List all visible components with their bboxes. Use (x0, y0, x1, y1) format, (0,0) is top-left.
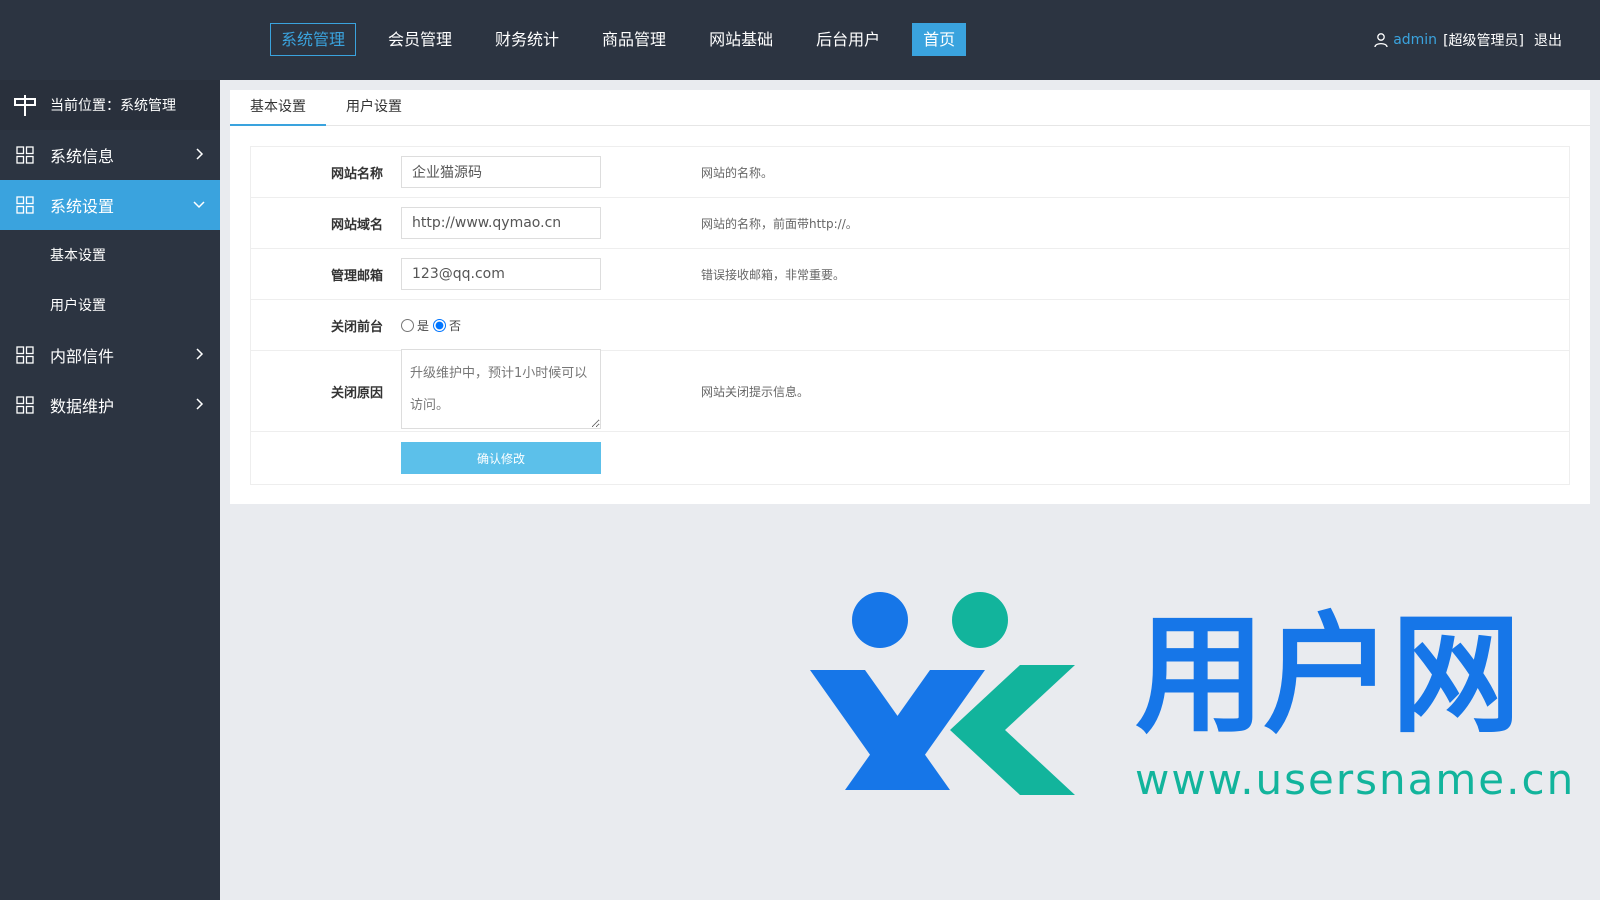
site-domain-label: 网站域名 (330, 217, 383, 233)
form-row-submit: 确认修改 (251, 432, 1569, 484)
nav-system-management[interactable]: 系统管理 (270, 23, 357, 56)
close-front-no[interactable]: 否 (433, 317, 461, 334)
grid-icon (16, 346, 34, 364)
user-icon (1374, 33, 1388, 48)
site-name-label: 网站名称 (330, 166, 383, 182)
brand-logo-icon (810, 592, 1075, 795)
sidebar: 当前位置：系统管理 系统信息 系统设置 基本设置 用户设置 内部信件 数据维护 (0, 80, 220, 900)
tab-bar: 基本设置 用户设置 (230, 90, 1590, 126)
user-box: admin [超级管理员] 退出 (1373, 30, 1562, 50)
settings-panel: 基本设置 用户设置 网站名称 网站的名称。 网站域名 网站的名称，前面带http… (230, 90, 1590, 504)
admin-email-label: 管理邮箱 (330, 268, 383, 284)
top-bar: 系统管理 会员管理 财务统计 商品管理 网站基础 后台用户 首页 admin [… (0, 0, 1600, 80)
sidebar-item-data-maintenance[interactable]: 数据维护 (0, 380, 220, 430)
chevron-right-icon (196, 148, 204, 160)
site-domain-hint: 网站的名称，前面带http://。 (701, 216, 858, 231)
breadcrumb: 当前位置：系统管理 (0, 80, 220, 130)
form-row-close-reason: 关闭原因 升级维护中，预计1小时候可以访问。 网站关闭提示信息。 (251, 349, 1569, 432)
close-front-yes-label: 是 (417, 318, 430, 333)
sidebar-item-system-info[interactable]: 系统信息 (0, 130, 220, 180)
close-reason-hint: 网站关闭提示信息。 (701, 384, 810, 399)
close-front-no-radio[interactable] (433, 318, 447, 332)
close-reason-label: 关闭原因 (330, 385, 383, 401)
confirm-button[interactable]: 确认修改 (401, 442, 601, 474)
grid-icon (16, 196, 34, 214)
nav-member-management[interactable]: 会员管理 (377, 23, 463, 56)
chevron-right-icon (196, 398, 204, 410)
form-row-site-domain: 网站域名 网站的名称，前面带http://。 (251, 198, 1569, 249)
sidebar-item-internal-mail[interactable]: 内部信件 (0, 330, 220, 380)
site-domain-input[interactable] (401, 207, 601, 239)
tab-basic-settings[interactable]: 基本设置 (230, 90, 326, 126)
close-front-radio-group: 是 否 (401, 317, 701, 334)
settings-form: 网站名称 网站的名称。 网站域名 网站的名称，前面带http://。 管理邮箱 … (250, 146, 1570, 485)
logout-link[interactable]: 退出 (1534, 30, 1562, 50)
nav-product-management[interactable]: 商品管理 (591, 23, 677, 56)
nav-home[interactable]: 首页 (912, 23, 967, 56)
chevron-down-icon (193, 201, 205, 209)
nav-admin-users[interactable]: 后台用户 (805, 23, 891, 56)
form-row-close-front: 关闭前台 是 否 (251, 300, 1569, 351)
username[interactable]: admin (1393, 32, 1437, 48)
grid-icon (16, 146, 34, 164)
sidebar-item-label: 数据维护 (50, 397, 115, 416)
chevron-right-icon (196, 348, 204, 360)
site-name-hint: 网站的名称。 (701, 165, 774, 180)
top-nav: 系统管理 会员管理 财务统计 商品管理 网站基础 后台用户 首页 (270, 23, 987, 56)
site-name-input[interactable] (401, 156, 601, 188)
admin-email-input[interactable] (401, 258, 601, 290)
sidebar-subitem-user-settings[interactable]: 用户设置 (0, 280, 220, 330)
close-reason-textarea[interactable]: 升级维护中，预计1小时候可以访问。 (401, 349, 601, 429)
location-icon (14, 95, 36, 116)
grid-icon (16, 396, 34, 414)
form-row-site-name: 网站名称 网站的名称。 (251, 147, 1569, 198)
nav-site-basics[interactable]: 网站基础 (698, 23, 784, 56)
sidebar-item-label: 系统信息 (50, 147, 115, 166)
sidebar-subitem-basic-settings[interactable]: 基本设置 (0, 230, 220, 280)
close-front-yes[interactable]: 是 (401, 317, 429, 334)
admin-email-hint: 错误接收邮箱，非常重要。 (701, 267, 846, 282)
user-role: [超级管理员] (1443, 33, 1524, 49)
breadcrumb-text: 当前位置：系统管理 (50, 98, 176, 114)
form-row-admin-email: 管理邮箱 错误接收邮箱，非常重要。 (251, 249, 1569, 300)
sidebar-item-label: 系统设置 (50, 197, 115, 216)
tab-user-settings[interactable]: 用户设置 (326, 90, 422, 126)
nav-finance-stats[interactable]: 财务统计 (484, 23, 570, 56)
brand-name: 用户网 (1135, 599, 1521, 751)
close-front-label: 关闭前台 (330, 319, 383, 335)
sidebar-item-label: 内部信件 (50, 347, 115, 366)
close-front-no-label: 否 (449, 318, 462, 333)
brand-url: www.usersname.cn (1135, 755, 1576, 804)
sidebar-item-system-settings[interactable]: 系统设置 (0, 180, 220, 230)
watermark-logo: 用户网 www.usersname.cn (790, 590, 1590, 820)
close-front-yes-radio[interactable] (401, 318, 414, 332)
